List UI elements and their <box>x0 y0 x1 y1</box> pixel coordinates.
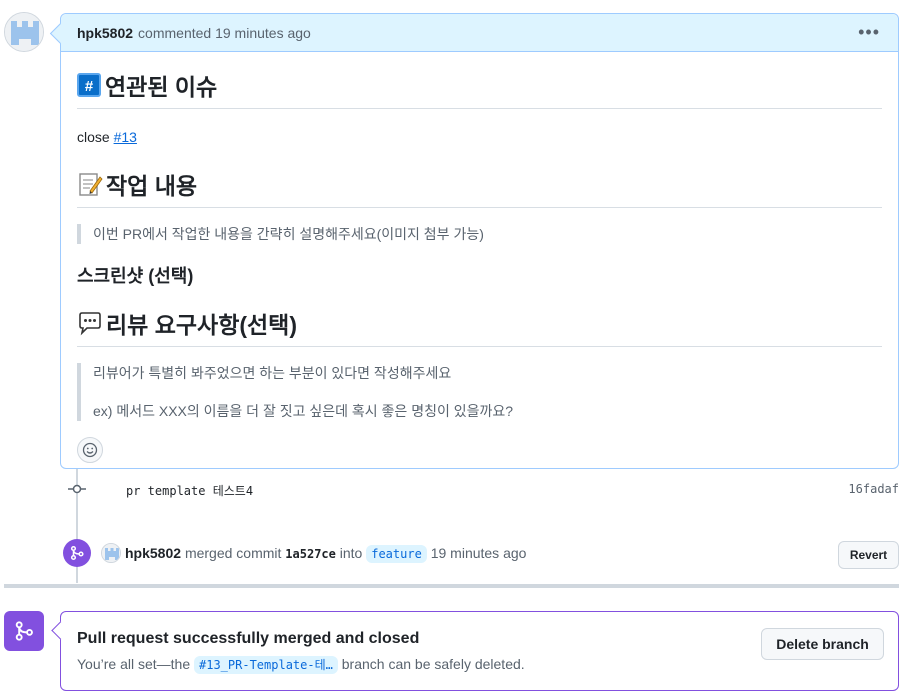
add-reaction-button[interactable] <box>77 437 103 463</box>
memo-emoji-icon <box>77 171 103 197</box>
work-content-quote: 이번 PR에서 작업한 내용을 간략히 설명해주세요(이미지 첨부 가능) <box>77 224 882 244</box>
merge-commit-sha[interactable]: 1a527ce <box>285 547 336 561</box>
heading-text: 작업 내용 <box>106 173 198 199</box>
heading-text: 연관된 이슈 <box>105 74 218 100</box>
quote-line: ex) 메서드 XXX의 이름을 더 잘 짓고 싶은데 혹시 좋은 명칭이 있을… <box>93 403 514 419</box>
merged-event-text: hpk5802 merged commit 1a527ce into featu… <box>125 545 527 563</box>
speech-balloon-icon <box>77 310 103 336</box>
heading-screenshot: 스크린샷 (선택) <box>77 266 194 286</box>
delete-branch-button[interactable]: Delete branch <box>761 628 884 660</box>
close-issue-line: close #13 <box>77 129 882 145</box>
merged-status-icon <box>4 611 44 651</box>
target-branch-chip[interactable]: feature <box>366 545 427 563</box>
comment-header: hpk5802 commented 19 minutes ago ••• <box>61 14 898 52</box>
comment-body: # 연관된 이슈 close #13 작업 내용 이번 PR에서 작업한 내용을… <box>61 68 898 463</box>
git-commit-icon <box>68 482 86 496</box>
git-merge-icon <box>63 539 91 567</box>
merge-status-title: Pull request successfully merged and clo… <box>77 630 420 647</box>
merge-status-box: Pull request successfully merged and clo… <box>60 611 899 691</box>
merger-username[interactable]: hpk5802 <box>125 545 181 561</box>
merge-status-subtitle: You’re all set—the #13_PR-Template-테… br… <box>77 656 525 674</box>
merged-commit-label: merged commit <box>184 545 282 561</box>
revert-button[interactable]: Revert <box>838 541 899 569</box>
comment-author[interactable]: hpk5802 <box>77 25 133 41</box>
timeline-separator <box>4 584 899 588</box>
close-prefix: close <box>77 129 110 145</box>
hash-emoji-icon: # <box>77 73 101 97</box>
into-label: into <box>339 545 363 561</box>
merged-time[interactable]: 19 minutes ago <box>431 545 527 561</box>
subtitle-suffix: branch can be safely deleted. <box>341 656 525 672</box>
heading-related-issue: # 연관된 이슈 <box>77 68 882 109</box>
commit-message-link[interactable]: pr template 테스트4 <box>126 482 253 499</box>
merger-avatar[interactable] <box>101 543 121 563</box>
quote-text: 이번 PR에서 작업한 내용을 간략히 설명해주세요(이미지 첨부 가능) <box>93 226 484 242</box>
comment-meta[interactable]: commented 19 minutes ago <box>138 25 311 41</box>
issue-link[interactable]: #13 <box>114 129 137 145</box>
commit-sha-link[interactable]: 16fadaf <box>848 482 899 496</box>
heading-review-request: 리뷰 요구사항(선택) <box>77 306 882 347</box>
subtitle-prefix: You’re all set—the <box>77 656 191 672</box>
heading-work-content: 작업 내용 <box>77 167 882 208</box>
review-request-quote: 리뷰어가 특별히 봐주었으면 하는 부분이 있다면 작성해주세요 ex) 메서드… <box>77 363 882 421</box>
author-avatar[interactable] <box>4 12 44 52</box>
pr-description-comment: hpk5802 commented 19 minutes ago ••• # 연… <box>60 13 899 469</box>
smiley-icon <box>82 442 98 458</box>
kebab-horizontal-icon[interactable]: ••• <box>858 22 880 43</box>
heading-text: 리뷰 요구사항(선택) <box>106 312 297 338</box>
quote-line: 리뷰어가 특별히 봐주었으면 하는 부분이 있다면 작성해주세요 <box>93 365 452 381</box>
head-branch-chip[interactable]: #13_PR-Template-테… <box>194 656 338 674</box>
